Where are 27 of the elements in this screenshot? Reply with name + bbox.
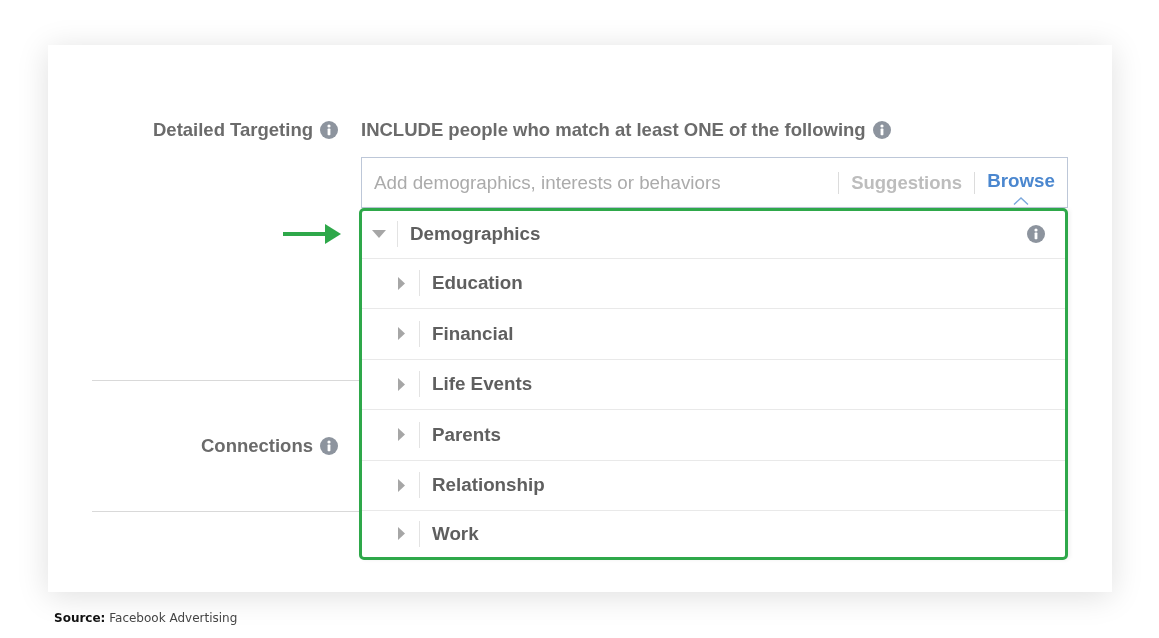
arrow-icon: [283, 224, 341, 244]
category-label[interactable]: Education: [432, 271, 523, 296]
section-label: Detailed Targeting: [153, 118, 313, 142]
search-bar[interactable]: Add demographics, interests or behaviors Suggestions Browse: [361, 157, 1068, 208]
caret-down-icon[interactable]: [372, 230, 386, 239]
search-field[interactable]: Add demographics, interests or behaviors: [374, 158, 827, 207]
source-caption: Source: Facebook Advertising: [54, 609, 238, 626]
info-icon[interactable]: [320, 121, 338, 139]
caret-right-icon[interactable]: [397, 327, 405, 341]
caret-right-icon[interactable]: [397, 478, 405, 492]
section-label: Connections: [200, 434, 313, 458]
include-heading: INCLUDE people who match at least ONE of the following: [361, 118, 866, 142]
info-icon[interactable]: [320, 437, 338, 455]
info-icon[interactable]: [1027, 225, 1045, 244]
category-label[interactable]: Work: [432, 521, 479, 546]
caret-right-icon[interactable]: [397, 377, 405, 391]
caret-right-icon[interactable]: [397, 428, 405, 442]
caret-right-icon[interactable]: [397, 276, 405, 290]
caret-up-icon: [1013, 197, 1030, 205]
category-label[interactable]: Financial: [432, 321, 514, 346]
category-label[interactable]: Life Events: [432, 372, 533, 397]
caret-right-icon[interactable]: [397, 527, 405, 541]
category-label[interactable]: Demographics: [410, 222, 541, 247]
category-label[interactable]: Parents: [432, 422, 501, 447]
info-icon[interactable]: [872, 121, 891, 139]
tab[interactable]: Browse: [987, 158, 1055, 207]
category-label[interactable]: Relationship: [432, 473, 545, 498]
